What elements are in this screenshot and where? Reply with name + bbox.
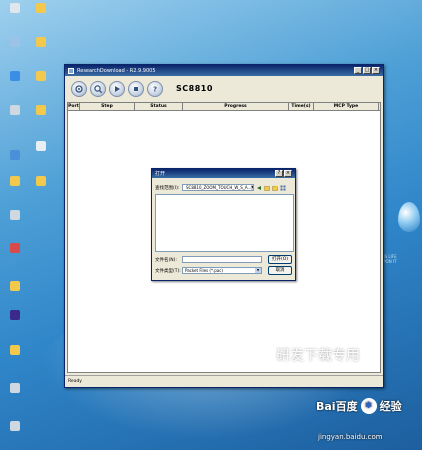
window-titlebar[interactable]: ResearchDownload - R2.9.9005 _ □ × xyxy=(65,65,383,76)
help-button[interactable]: ? xyxy=(147,80,163,97)
desktop-icon[interactable] xyxy=(2,281,28,292)
window-title: ResearchDownload - R2.9.9005 xyxy=(77,67,156,74)
col-time[interactable]: Time(s) xyxy=(289,103,314,110)
desktop-icon[interactable] xyxy=(2,3,28,14)
back-icon[interactable] xyxy=(256,185,262,191)
start-download-button[interactable] xyxy=(109,80,125,97)
app-icon xyxy=(10,243,20,253)
tool-icon xyxy=(10,210,20,220)
load-packet-button[interactable] xyxy=(90,80,106,97)
chevron-down-icon: ▼ xyxy=(255,268,261,273)
look-in-value: SC8810_ZOOM_TOUCH_W_S_A... xyxy=(186,185,252,190)
file-type-value: Packet Files (*.pac) xyxy=(185,268,223,273)
tool-icon xyxy=(10,383,20,393)
status-bar: Ready xyxy=(65,375,383,387)
desktop-icon[interactable] xyxy=(2,243,28,254)
desktop-icon[interactable] xyxy=(2,310,28,321)
settings-button[interactable] xyxy=(71,80,87,97)
view-menu-icon[interactable] xyxy=(280,185,286,191)
app-icon xyxy=(10,310,20,320)
file-name-row: 文件名(N): xyxy=(155,256,262,263)
open-file-dialog[interactable]: 打开 ? × 查找范围(I): SC8810_ZOOM_TOUCH_W_S_A.… xyxy=(151,168,296,281)
minimize-button[interactable]: _ xyxy=(354,67,362,74)
file-type-label: 文件类型(T): xyxy=(155,268,181,274)
col-progress[interactable]: Progress xyxy=(183,103,289,110)
stop-icon xyxy=(134,86,138,91)
desktop-icon[interactable] xyxy=(2,421,28,432)
desktop-icon[interactable] xyxy=(28,141,54,152)
table-header: Port Step Status Progress Time(s) MCP Ty… xyxy=(68,103,380,111)
folder-icon xyxy=(36,71,46,81)
desktop-icon[interactable] xyxy=(2,210,28,221)
watermark-text: 研发下载专用 xyxy=(276,348,360,364)
chevron-down-icon: ▼ xyxy=(251,185,254,190)
stop-download-button[interactable] xyxy=(128,80,144,97)
cancel-button[interactable]: 取消 xyxy=(268,266,292,275)
file-name-input[interactable] xyxy=(182,256,262,263)
folder-icon xyxy=(10,281,20,291)
water-drop-graphic xyxy=(398,202,420,232)
desktop-icon[interactable] xyxy=(2,345,28,356)
folder-icon xyxy=(36,105,46,115)
baidu-logo-suffix: 经验 xyxy=(379,400,402,413)
up-folder-icon[interactable] xyxy=(264,185,270,191)
model-label: SC8810 xyxy=(176,84,213,93)
open-button[interactable]: 打开(O) xyxy=(268,255,292,264)
new-folder-icon[interactable] xyxy=(272,185,278,191)
col-step[interactable]: Step xyxy=(80,103,135,110)
file-name-label: 文件名(N): xyxy=(155,257,177,263)
desktop-icon[interactable] xyxy=(2,105,28,116)
folder-icon xyxy=(36,37,46,47)
document-icon xyxy=(36,141,46,151)
desktop-icon[interactable] xyxy=(28,176,54,187)
paw-icon: ✱ xyxy=(360,398,377,414)
desktop-icon[interactable] xyxy=(28,3,54,14)
dialog-help-button[interactable]: ? xyxy=(275,170,283,177)
look-in-row: 查找范围(I): SC8810_ZOOM_TOUCH_W_S_A... ▼ xyxy=(155,184,286,191)
folder-icon xyxy=(10,176,20,186)
desktop-icon[interactable] xyxy=(2,383,28,394)
folder-icon xyxy=(36,3,46,13)
tool-icon xyxy=(10,421,20,431)
desktop-icon[interactable] xyxy=(2,150,28,161)
dialog-title: 打开 xyxy=(155,171,166,177)
svg-text:?: ? xyxy=(153,85,157,93)
desktop-icon[interactable] xyxy=(2,37,28,48)
browser-icon xyxy=(10,71,20,81)
look-in-dropdown[interactable]: SC8810_ZOOM_TOUCH_W_S_A... ▼ xyxy=(182,184,254,191)
baidu-logo-text: Bai百度 xyxy=(316,400,358,413)
main-toolbar: ? SC8810 xyxy=(65,76,383,101)
start-icon xyxy=(115,85,120,92)
computer-icon xyxy=(10,37,20,47)
desktop-icon[interactable] xyxy=(28,105,54,116)
recycle-bin-icon xyxy=(10,105,20,115)
baidu-logo: Bai百度 ✱ 经验 xyxy=(316,398,402,414)
desktop-icon[interactable] xyxy=(2,71,28,82)
desktop-icon[interactable] xyxy=(2,176,28,187)
close-button[interactable]: × xyxy=(372,67,380,74)
look-in-label: 查找范围(I): xyxy=(155,185,180,191)
app-icon xyxy=(10,150,20,160)
document-icon xyxy=(10,3,20,13)
file-type-row: 文件类型(T): Packet Files (*.pac) ▼ xyxy=(155,267,262,274)
desktop-icon[interactable] xyxy=(28,71,54,82)
site-url: jingyan.baidu.com xyxy=(318,433,383,441)
maximize-button[interactable]: □ xyxy=(363,67,371,74)
col-port[interactable]: Port xyxy=(68,103,80,110)
load-packet-icon xyxy=(94,84,103,93)
col-mcp-type[interactable]: MCP Type xyxy=(314,103,379,110)
desktop-icon[interactable] xyxy=(28,37,54,48)
app-icon xyxy=(68,67,74,74)
help-icon: ? xyxy=(153,85,157,93)
settings-icon xyxy=(75,84,83,93)
file-list[interactable] xyxy=(155,194,294,252)
folder-icon xyxy=(36,176,46,186)
dialog-titlebar[interactable]: 打开 ? × xyxy=(152,169,295,178)
dialog-close-button[interactable]: × xyxy=(284,170,292,177)
folder-icon xyxy=(10,345,20,355)
file-type-dropdown[interactable]: Packet Files (*.pac) ▼ xyxy=(182,267,262,274)
col-status[interactable]: Status xyxy=(135,103,183,110)
